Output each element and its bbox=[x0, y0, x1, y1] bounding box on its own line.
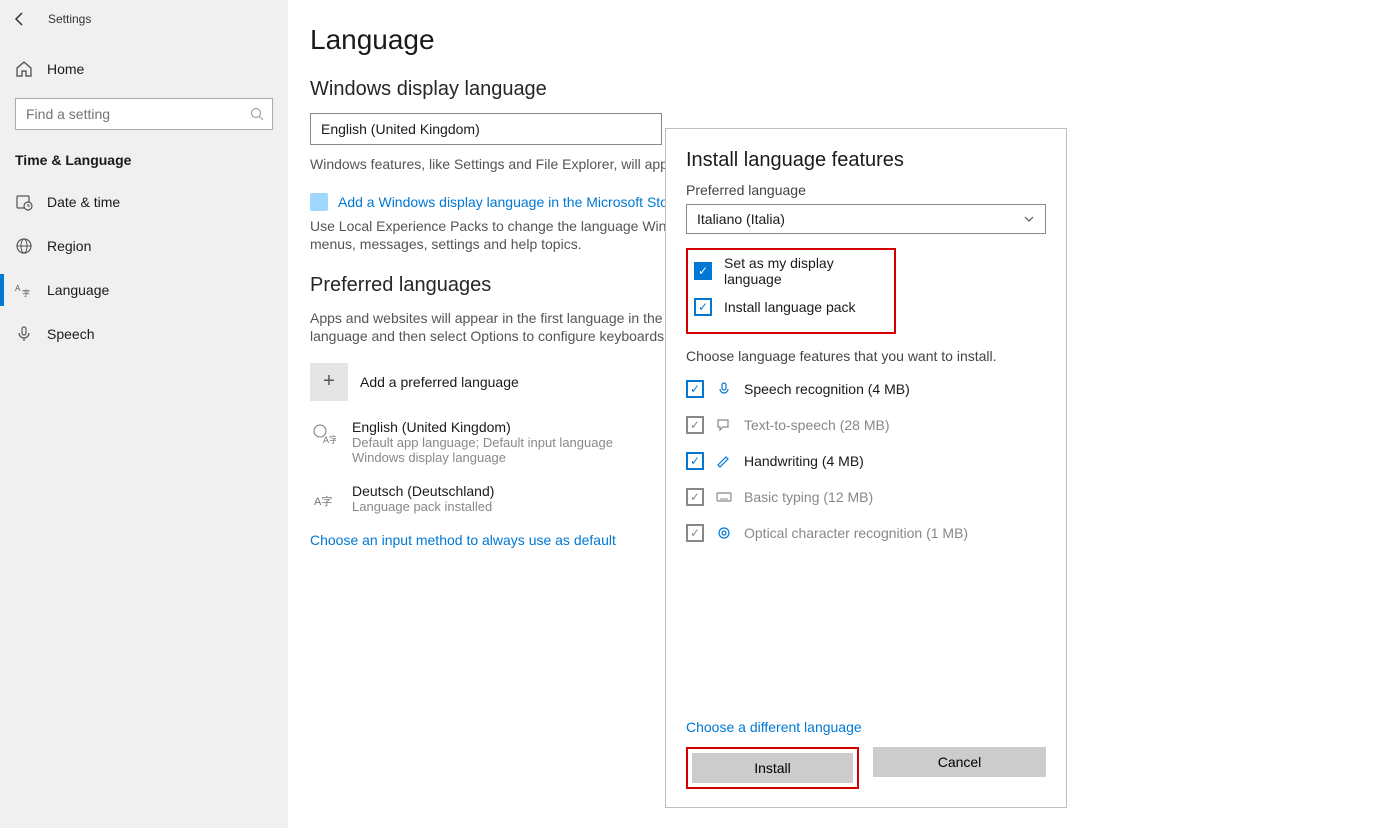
svg-text:A字: A字 bbox=[314, 494, 332, 508]
display-language-title: Windows display language bbox=[310, 78, 1384, 101]
add-preferred-label: Add a preferred language bbox=[360, 374, 519, 390]
checkbox-basic-typing: Basic typing (12 MB) bbox=[686, 482, 1046, 512]
checkbox-label: Handwriting (4 MB) bbox=[744, 453, 864, 469]
checkbox-label: Install language pack bbox=[724, 299, 856, 315]
checkbox-ocr: Optical character recognition (1 MB) bbox=[686, 518, 1046, 548]
nav-item-label: Region bbox=[47, 238, 91, 254]
svg-text:A字: A字 bbox=[323, 434, 336, 445]
nav-region[interactable]: Region bbox=[0, 224, 288, 268]
microphone-icon bbox=[15, 325, 33, 343]
nav-item-label: Speech bbox=[47, 326, 94, 342]
speech-bubble-icon bbox=[716, 417, 732, 433]
nav-speech[interactable]: Speech bbox=[0, 312, 288, 356]
calendar-clock-icon bbox=[15, 193, 33, 211]
checkbox-icon bbox=[686, 524, 704, 542]
search-input[interactable] bbox=[24, 105, 250, 123]
checkbox-icon bbox=[694, 298, 712, 316]
plus-icon: + bbox=[310, 363, 348, 401]
globe-icon bbox=[15, 237, 33, 255]
home-icon bbox=[15, 60, 33, 78]
choose-features-text: Choose language features that you want t… bbox=[686, 348, 1046, 364]
checkbox-icon bbox=[686, 380, 704, 398]
checkbox-text-to-speech: Text-to-speech (28 MB) bbox=[686, 410, 1046, 440]
install-button[interactable]: Install bbox=[692, 753, 853, 783]
modal-language-select[interactable]: Italiano (Italia) bbox=[686, 204, 1046, 234]
app-title: Settings bbox=[48, 12, 91, 26]
checkbox-icon bbox=[686, 416, 704, 434]
highlight-box-install: Install bbox=[686, 747, 859, 789]
ocr-icon bbox=[716, 525, 732, 541]
microphone-icon bbox=[716, 381, 732, 397]
display-language-value: English (United Kingdom) bbox=[321, 121, 480, 137]
checkbox-icon bbox=[686, 452, 704, 470]
home-label: Home bbox=[47, 61, 84, 77]
checkbox-icon bbox=[694, 262, 712, 280]
modal-pref-label: Preferred language bbox=[686, 182, 1046, 198]
store-link-text: Add a Windows display language in the Mi… bbox=[338, 194, 680, 210]
search-icon bbox=[250, 107, 264, 121]
pen-icon bbox=[716, 453, 732, 469]
nav-item-label: Language bbox=[47, 282, 109, 298]
display-language-select[interactable]: English (United Kingdom) bbox=[310, 113, 662, 145]
highlight-box-display-options: Set as my display language Install langu… bbox=[686, 248, 896, 334]
language-icon: A字 bbox=[15, 281, 33, 299]
keyboard-icon bbox=[716, 489, 732, 505]
install-language-modal: Install language features Preferred lang… bbox=[665, 128, 1067, 808]
nav-item-label: Date & time bbox=[47, 194, 120, 210]
language-glyph-icon: A字 bbox=[310, 421, 338, 449]
svg-text:A: A bbox=[15, 284, 21, 293]
checkbox-label: Text-to-speech (28 MB) bbox=[744, 417, 890, 433]
cancel-button[interactable]: Cancel bbox=[873, 747, 1046, 777]
checkbox-label: Set as my display language bbox=[724, 255, 886, 287]
chevron-down-icon bbox=[1023, 213, 1035, 225]
section-label: Time & Language bbox=[0, 148, 288, 180]
nav-date-time[interactable]: Date & time bbox=[0, 180, 288, 224]
sidebar: Settings Home Time & Language Date & tim… bbox=[0, 0, 288, 828]
modal-title: Install language features bbox=[686, 149, 1046, 172]
page-title: Language bbox=[310, 24, 1384, 56]
checkbox-label: Basic typing (12 MB) bbox=[744, 489, 873, 505]
store-icon bbox=[310, 193, 328, 211]
checkbox-label: Speech recognition (4 MB) bbox=[744, 381, 910, 397]
checkbox-set-display-language[interactable]: Set as my display language bbox=[694, 256, 886, 286]
choose-different-language-link[interactable]: Choose a different language bbox=[686, 719, 1046, 735]
checkbox-install-language-pack[interactable]: Install language pack bbox=[694, 292, 886, 322]
language-glyph-icon: A字 bbox=[310, 485, 338, 513]
svg-text:字: 字 bbox=[22, 288, 30, 298]
home-link[interactable]: Home bbox=[0, 30, 288, 94]
checkbox-icon bbox=[686, 488, 704, 506]
checkbox-speech-recognition[interactable]: Speech recognition (4 MB) bbox=[686, 374, 1046, 404]
checkbox-label: Optical character recognition (1 MB) bbox=[744, 525, 968, 541]
back-button[interactable] bbox=[12, 11, 28, 27]
search-input-wrap[interactable] bbox=[15, 98, 273, 130]
nav-language[interactable]: A字 Language bbox=[0, 268, 288, 312]
modal-language-value: Italiano (Italia) bbox=[697, 211, 785, 227]
checkbox-handwriting[interactable]: Handwriting (4 MB) bbox=[686, 446, 1046, 476]
